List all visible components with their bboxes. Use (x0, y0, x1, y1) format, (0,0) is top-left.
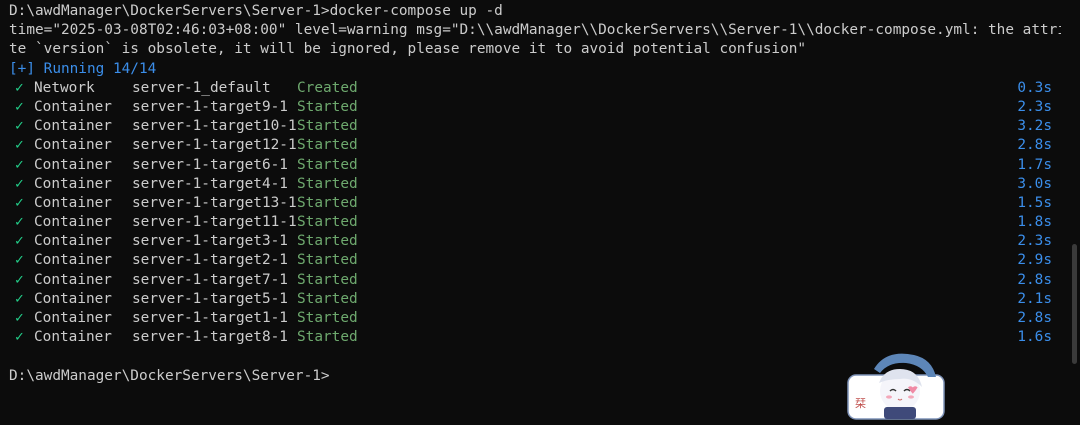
service-name: server-1-target7-1 (132, 271, 288, 288)
checkmark-icon: ✓ (15, 214, 24, 231)
warning-line-2: te `version` is obsolete, it will be ign… (9, 41, 807, 58)
service-status: Started (297, 310, 358, 326)
service-status: Started (297, 118, 358, 135)
service-kind: Container (34, 271, 112, 288)
checkmark-icon: ✓ (15, 252, 24, 269)
service-status: Started (297, 290, 358, 307)
service-status: Started (297, 98, 358, 115)
service-duration: 2.1s (1017, 290, 1052, 307)
service-row: ✓ Container server-1-target13-1 Started 1.5s (9, 194, 1080, 213)
service-row: ✓ Container server-1-target1-1 Started 2.8s (9, 309, 1080, 328)
service-status: Created (297, 79, 358, 96)
service-kind: Container (34, 175, 112, 192)
service-row: ✓ Container server-1-target12-1 Started 2.8s (9, 136, 1080, 155)
service-kind: Container (34, 252, 112, 269)
mascot-badge-text: 栞 (855, 397, 866, 410)
checkmark-icon: ✓ (15, 310, 24, 326)
service-name: server-1-target9-1 (132, 98, 288, 115)
service-status: Started (297, 156, 358, 173)
service-status: Started (297, 252, 358, 269)
command-line: D:\awdManager\DockerServers\Server-1>doc… (9, 3, 503, 19)
terminal-window[interactable]: D:\awdManager\DockerServers\Server-1>doc… (0, 0, 1080, 425)
service-name: server-1-target3-1 (132, 233, 288, 250)
service-duration: 1.7s (1017, 156, 1052, 173)
service-row: ✓ Container server-1-target4-1 Started 3.0s (9, 175, 1080, 194)
service-status: Started (297, 214, 358, 231)
service-duration: 1.6s (1017, 329, 1052, 346)
service-name: server-1-target10-1 (132, 118, 297, 135)
service-name: server-1-target8-1 (132, 329, 288, 346)
service-name: server-1-target4-1 (132, 175, 288, 192)
service-row: ✓ Container server-1-target5-1 Started 2.1s (9, 290, 1080, 309)
service-row: ✓ Network server-1_default Created 0.3s (9, 79, 1080, 98)
service-name: server-1-target2-1 (132, 252, 288, 269)
service-name: server-1_default (132, 79, 271, 96)
checkmark-icon: ✓ (15, 271, 24, 288)
service-kind: Container (34, 329, 112, 346)
service-kind: Container (34, 194, 112, 211)
service-status: Started (297, 233, 358, 250)
chibi-mascot-icon: 栞 (846, 347, 946, 421)
service-name: server-1-target5-1 (132, 290, 288, 307)
checkmark-icon: ✓ (15, 79, 24, 96)
service-duration: 2.9s (1017, 252, 1052, 269)
checkmark-icon: ✓ (15, 137, 24, 154)
service-duration: 1.8s (1017, 214, 1052, 231)
service-kind: Container (34, 290, 112, 307)
checkmark-icon: ✓ (15, 194, 24, 211)
service-duration: 1.5s (1017, 194, 1052, 211)
running-status: [+] Running 14/14 (9, 60, 157, 77)
service-status: Started (297, 194, 358, 211)
checkmark-icon: ✓ (15, 290, 24, 307)
checkmark-icon: ✓ (15, 329, 24, 346)
service-status: Started (297, 271, 358, 288)
service-kind: Container (34, 118, 112, 135)
service-row: ✓ Container server-1-target10-1 Started 3.2s (9, 117, 1080, 136)
warning-line-1: time="2025-03-08T02:46:03+08:00" level=w… (9, 22, 1061, 39)
service-row: ✓ Container server-1-target11-1 Started 1.8s (9, 213, 1080, 232)
service-status: Started (297, 329, 358, 346)
service-row: ✓ Container server-1-target2-1 Started 2.9s (9, 251, 1080, 270)
service-name: server-1-target11-1 (132, 214, 297, 231)
service-name: server-1-target1-1 (132, 310, 288, 326)
service-row: ✓ Container server-1-target8-1 Started 1.6s (9, 328, 1080, 347)
service-duration: 3.2s (1017, 118, 1052, 135)
checkmark-icon: ✓ (15, 118, 24, 135)
service-name: server-1-target13-1 (132, 194, 297, 211)
service-duration: 3.0s (1017, 175, 1052, 192)
service-kind: Network (34, 79, 95, 96)
service-status: Started (297, 137, 358, 154)
service-kind: Container (34, 233, 112, 250)
service-kind: Container (34, 98, 112, 115)
service-duration: 2.8s (1017, 310, 1052, 326)
service-row: ✓ Container server-1-target7-1 Started 2.8s (9, 271, 1080, 290)
service-duration: 2.3s (1017, 98, 1052, 115)
service-kind: Container (34, 156, 112, 173)
service-kind: Container (34, 214, 112, 231)
checkmark-icon: ✓ (15, 156, 24, 173)
service-row: ✓ Container server-1-target9-1 Started 2.3s (9, 98, 1080, 117)
service-kind: Container (34, 137, 112, 154)
service-list: ✓ Network server-1_default Created 0.3s ✓ Cont… (9, 79, 1080, 348)
checkmark-icon: ✓ (15, 98, 24, 115)
scrollbar-thumb[interactable] (1072, 244, 1077, 364)
service-row: ✓ Container server-1-target3-1 Started 2.3s (9, 232, 1080, 251)
service-kind: Container (34, 310, 112, 326)
service-name: server-1-target6-1 (132, 156, 288, 173)
service-status: Started (297, 175, 358, 192)
service-duration: 0.3s (1017, 79, 1052, 96)
checkmark-icon: ✓ (15, 175, 24, 192)
checkmark-icon: ✓ (15, 233, 24, 250)
service-name: server-1-target12-1 (132, 137, 297, 154)
service-duration: 2.3s (1017, 233, 1052, 250)
service-duration: 2.8s (1017, 271, 1052, 288)
service-row: ✓ Container server-1-target6-1 Started 1.7s (9, 156, 1080, 175)
service-duration: 2.8s (1017, 137, 1052, 154)
